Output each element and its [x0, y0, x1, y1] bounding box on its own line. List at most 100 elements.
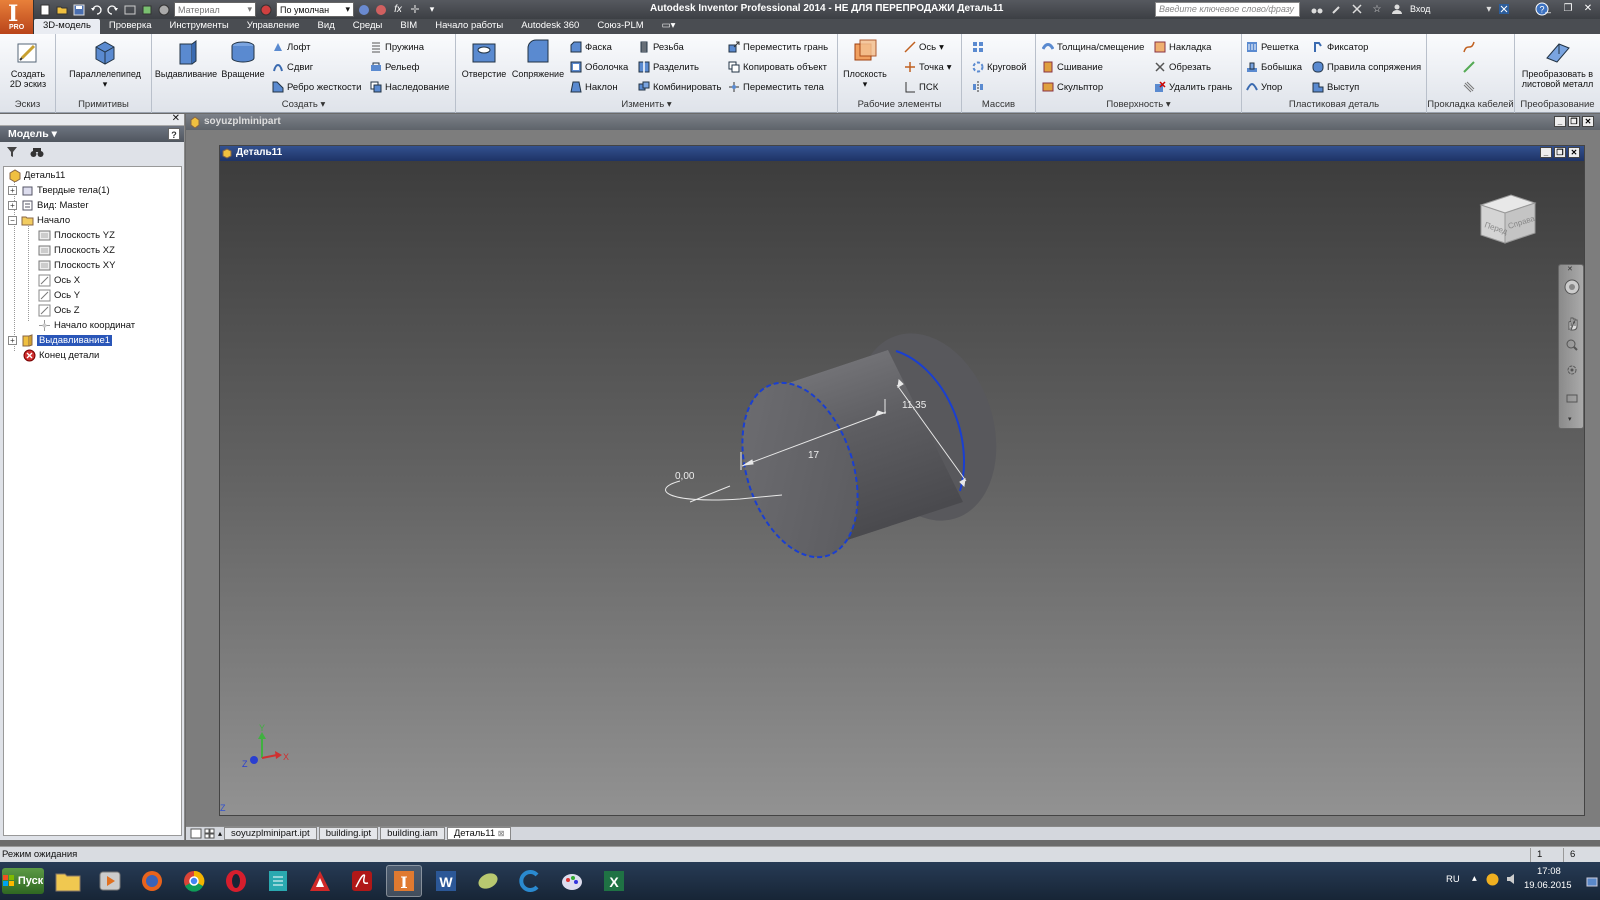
undo-icon[interactable] — [89, 3, 103, 17]
view-cube[interactable]: Перед Справа — [1477, 191, 1537, 246]
hole-button[interactable]: Отверстие — [458, 38, 510, 79]
length-dimension-label[interactable]: 17 — [808, 450, 820, 461]
tab-view[interactable]: Вид — [309, 19, 344, 34]
tree-node-solid-bodies[interactable]: + Твердые тела(1) — [8, 183, 110, 198]
update-icon[interactable] — [140, 3, 154, 17]
close-icon[interactable]: ✕ — [1580, 1, 1596, 16]
opera-icon[interactable] — [218, 865, 254, 897]
close-icon[interactable]: ✕ — [1568, 147, 1580, 158]
customize-icon[interactable]: ▾ — [425, 3, 439, 17]
rectangular-pattern-button[interactable] — [972, 39, 984, 55]
c-app-icon[interactable] — [512, 865, 548, 897]
trim-button[interactable]: Обрезать — [1154, 59, 1211, 75]
tab-manage[interactable]: Управление — [238, 19, 309, 34]
diameter-dimension-label[interactable]: 11,35 — [902, 400, 927, 411]
tree-node-view-master[interactable]: + Вид: Master — [8, 198, 89, 213]
cylinder-body[interactable] — [722, 315, 1020, 572]
tree-node-axis-z[interactable]: Ось Z — [38, 303, 80, 318]
close-icon[interactable]: ✕ — [1567, 265, 1573, 273]
open-file-icon[interactable] — [55, 3, 69, 17]
tray-app-icon[interactable] — [1486, 873, 1499, 886]
angle-dimension-label[interactable]: 0,00 — [675, 471, 695, 482]
work-point-button[interactable]: Точка ▾ — [904, 59, 952, 75]
box-primitive-button[interactable]: Параллелепипед ▾ — [64, 38, 146, 89]
collapse-icon[interactable]: − — [8, 216, 17, 225]
tree-node-axis-y[interactable]: Ось Y — [38, 288, 80, 303]
snap-fit-button[interactable]: Фиксатор — [1312, 39, 1368, 55]
zoom-icon[interactable] — [1566, 339, 1578, 351]
stitch-button[interactable]: Сшивание — [1042, 59, 1103, 75]
split-button[interactable]: Разделить — [638, 59, 699, 75]
sign-in-link[interactable]: Вход — [1410, 4, 1430, 14]
star-icon[interactable]: ☆ — [1370, 2, 1384, 16]
language-indicator[interactable]: RU — [1446, 874, 1460, 885]
patch-button[interactable]: Накладка — [1154, 39, 1211, 55]
firefox-icon[interactable] — [134, 865, 170, 897]
sculpt-button[interactable]: Скульптор — [1042, 79, 1103, 95]
filter-icon[interactable] — [6, 146, 18, 158]
grill-button[interactable]: Решетка — [1246, 39, 1299, 55]
cascade-windows-icon[interactable] — [204, 828, 216, 839]
mirror-button[interactable] — [972, 79, 984, 95]
doc-tab-soyuzplminipart[interactable]: soyuzplminipart.ipt — [224, 827, 317, 840]
fx-icon[interactable]: fx — [391, 3, 405, 17]
minimize-icon[interactable]: _ — [1540, 147, 1552, 158]
tree-node-origin-point[interactable]: Начало координат — [38, 318, 135, 333]
tree-node-end-of-part[interactable]: Конец детали — [23, 348, 99, 363]
tree-node-plane-yz[interactable]: Плоскость YZ — [38, 228, 115, 243]
expand-icon[interactable]: + — [8, 201, 17, 210]
tab-inspect[interactable]: Проверка — [100, 19, 161, 34]
convert-to-sheet-metal-button[interactable]: Преобразовать в листовой металл — [1517, 38, 1598, 89]
model-scene[interactable]: 17 11,35 0,00 Y X Z Z — [220, 161, 1584, 815]
acrobat-icon[interactable] — [344, 865, 380, 897]
emboss-button[interactable]: Рельеф — [370, 59, 419, 75]
chevron-up-icon[interactable]: ▴ — [218, 829, 222, 838]
extrude-button[interactable]: Выдавливание — [154, 38, 218, 79]
move-bodies-button[interactable]: Переместить тела — [728, 79, 824, 95]
media-player-icon[interactable] — [92, 865, 128, 897]
clear-appearance-icon[interactable] — [357, 3, 371, 17]
exchange-icon[interactable] — [1497, 2, 1511, 16]
show-desktop-icon[interactable] — [1586, 876, 1598, 888]
chevron-down-icon[interactable]: ▾ — [1166, 99, 1171, 110]
leaf-app-icon[interactable] — [470, 865, 506, 897]
harness-tool-2[interactable] — [1463, 59, 1475, 75]
new-file-icon[interactable] — [38, 3, 52, 17]
binoculars-icon[interactable] — [30, 146, 44, 158]
chamfer-button[interactable]: Фаска — [570, 39, 612, 55]
material-combo[interactable]: Материал ▾ — [174, 2, 256, 17]
tile-windows-icon[interactable] — [190, 828, 202, 839]
work-plane-button[interactable]: Плоскость ▾ — [842, 38, 888, 89]
word-icon[interactable]: W — [428, 865, 464, 897]
tree-node-part[interactable]: Деталь11 — [8, 168, 65, 183]
lip-button[interactable]: Выступ — [1312, 79, 1359, 95]
derive-button[interactable]: Наследование — [370, 79, 449, 95]
tree-node-plane-xy[interactable]: Плоскость XY — [38, 258, 115, 273]
restore-icon[interactable]: ❐ — [1560, 1, 1576, 16]
fillet-button[interactable]: Сопряжение — [510, 38, 566, 79]
redo-icon[interactable] — [106, 3, 120, 17]
tree-node-extrusion1[interactable]: + Выдавливание1 — [8, 333, 113, 348]
clock-date[interactable]: 19.06.2015 — [1524, 880, 1572, 891]
show-hidden-icons[interactable]: ▴ — [1472, 873, 1477, 884]
minimize-icon[interactable]: _ — [1554, 116, 1566, 127]
wrench-icon[interactable] — [1330, 2, 1344, 16]
help-icon[interactable]: ? — [168, 128, 180, 140]
expand-icon[interactable]: + — [8, 186, 17, 195]
pan-icon[interactable] — [1566, 317, 1578, 331]
work-axis-button[interactable]: Ось ▾ — [904, 39, 944, 55]
copy-object-button[interactable]: Копировать объект — [728, 59, 827, 75]
browser-title-bar[interactable]: Модель ▾ ? — [0, 126, 184, 142]
tab-tools[interactable]: Инструменты — [160, 19, 237, 34]
color-icon[interactable] — [157, 3, 171, 17]
steering-wheel-icon[interactable] — [1564, 279, 1580, 295]
rest-button[interactable]: Упор — [1246, 79, 1282, 95]
inventor-icon[interactable]: I — [386, 865, 422, 897]
rib-button[interactable]: Ребро жесткости — [272, 79, 361, 95]
binoculars-icon[interactable] — [1310, 2, 1324, 16]
tab-autodesk-360[interactable]: Autodesk 360 — [512, 19, 588, 34]
harness-tool-3[interactable] — [1463, 79, 1475, 95]
ucs-button[interactable]: ПСК — [904, 79, 938, 95]
clock-time[interactable]: 17:08 — [1537, 866, 1561, 877]
adjust-icon[interactable] — [374, 3, 388, 17]
